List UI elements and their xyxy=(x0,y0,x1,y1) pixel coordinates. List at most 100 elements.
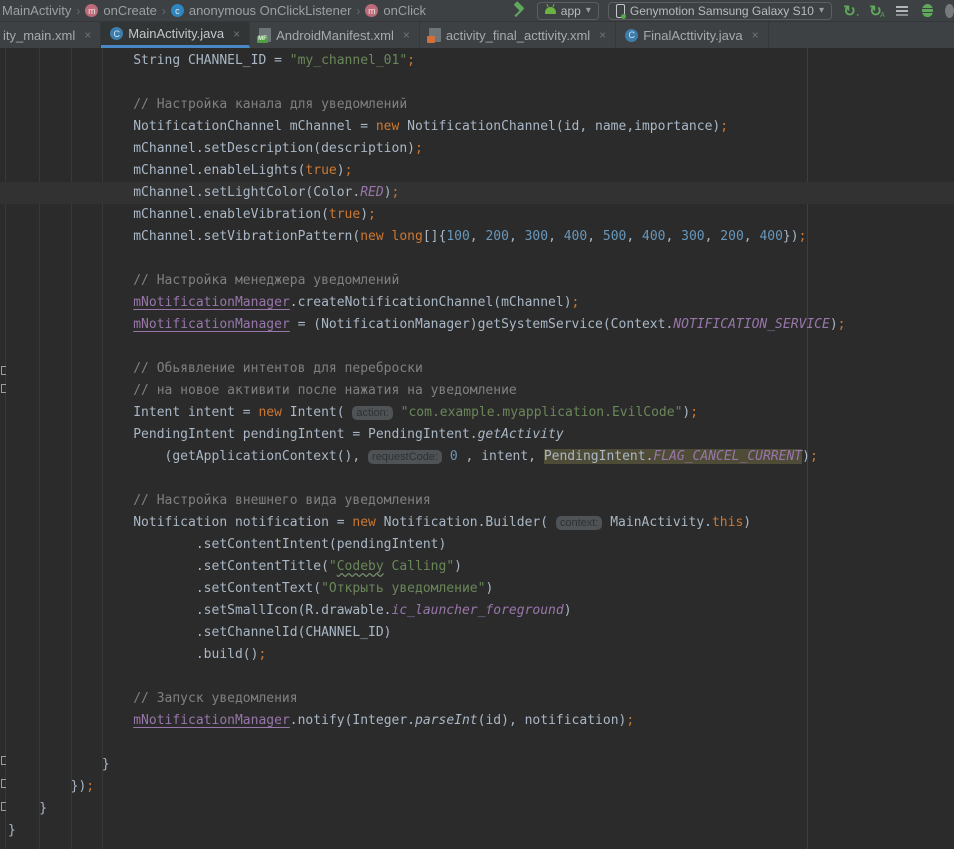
code-line[interactable]: (getApplicationContext(), requestCode: 0… xyxy=(0,446,954,468)
code-line[interactable]: .setContentIntent(pendingIntent) xyxy=(0,534,954,556)
fold-marker-icon[interactable] xyxy=(1,802,6,811)
run-configuration-dropdown[interactable]: app ▾ xyxy=(537,2,599,20)
code-line[interactable]: mChannel.setLightColor(Color.RED); xyxy=(0,182,954,204)
breadcrumb-label: MainActivity xyxy=(2,3,71,18)
bug-body xyxy=(922,4,933,17)
code-line[interactable]: .setContentText("Открыть уведомление") xyxy=(0,578,954,600)
breadcrumb-separator: › xyxy=(162,4,166,18)
code-line[interactable] xyxy=(0,248,954,270)
fold-marker-icon[interactable] xyxy=(1,384,6,393)
breadcrumb-label: onClick xyxy=(383,3,426,18)
code-line[interactable]: } xyxy=(0,820,954,842)
code-line[interactable]: } xyxy=(0,754,954,776)
breadcrumb: MainActivity › m onCreate › c anonymous OnClic… xyxy=(0,3,426,18)
code-line[interactable]: // Настройка менеджера уведомлений xyxy=(0,270,954,292)
close-icon[interactable]: × xyxy=(233,27,240,41)
code-line[interactable]: .setContentTitle("Codeby Calling") xyxy=(0,556,954,578)
code-line[interactable]: PendingIntent pendingIntent = PendingInt… xyxy=(0,424,954,446)
breadcrumb-separator: › xyxy=(356,4,360,18)
code-line[interactable]: }); xyxy=(0,776,954,798)
layout-xml-file-icon xyxy=(429,28,441,42)
fold-marker-icon[interactable] xyxy=(1,756,6,765)
code-line[interactable]: // Настройка канала для уведомлений xyxy=(0,94,954,116)
java-class-icon: C xyxy=(110,27,123,40)
method-icon: m xyxy=(85,4,98,17)
method-icon: m xyxy=(365,4,378,17)
code-line[interactable]: String CHANNEL_ID = "my_channel_01"; xyxy=(0,50,954,72)
chevron-down-icon: ▾ xyxy=(819,5,824,16)
chevron-down-icon: ▾ xyxy=(586,5,591,16)
code-line[interactable] xyxy=(0,72,954,94)
tab-finalacttivity-java[interactable]: C FinalActtivity.java × xyxy=(616,22,768,48)
tab-label: MainActivity.java xyxy=(128,26,224,41)
phone-device-icon xyxy=(616,4,625,18)
tab-label: AndroidManifest.xml xyxy=(276,28,394,43)
java-class-icon: C xyxy=(625,29,638,42)
apply-code-changes-icon[interactable]: ↻A xyxy=(867,2,884,19)
tab-mainactivity-java[interactable]: C MainActivity.java × xyxy=(101,22,250,48)
close-icon[interactable]: × xyxy=(84,28,91,42)
profiler-icon[interactable] xyxy=(893,2,910,19)
code-line[interactable]: // Настройка внешнего вида уведомления xyxy=(0,490,954,512)
code-line[interactable]: Notification notification = new Notifica… xyxy=(0,512,954,534)
editor-tab-bar: ity_main.xml × C MainActivity.java × MF Androi… xyxy=(0,22,954,48)
code-line[interactable]: .build(); xyxy=(0,644,954,666)
breadcrumb-label: onCreate xyxy=(103,3,156,18)
code-line[interactable]: .setChannelId(CHANNEL_ID) xyxy=(0,622,954,644)
android-icon xyxy=(545,7,556,14)
code-line[interactable]: mChannel.setVibrationPattern(new long[]{… xyxy=(0,226,954,248)
apply-changes-icon-badge: ▪ xyxy=(857,12,859,19)
code-line[interactable]: mChannel.setDescription(description); xyxy=(0,138,954,160)
code-line[interactable]: Intent intent = new Intent( action: "com… xyxy=(0,402,954,424)
breadcrumb-item[interactable]: m onClick xyxy=(365,3,426,18)
tab-label: ity_main.xml xyxy=(3,28,75,43)
debug-bug-icon[interactable] xyxy=(919,2,936,19)
code-line[interactable]: // Обьявление интентов для переброски xyxy=(0,358,954,380)
manifest-file-icon: MF xyxy=(259,28,271,42)
tab-label: FinalActtivity.java xyxy=(643,28,742,43)
breadcrumb-label: anonymous OnClickListener xyxy=(189,3,352,18)
code-line[interactable] xyxy=(0,468,954,490)
code-line[interactable]: mChannel.enableLights(true); xyxy=(0,160,954,182)
code-line[interactable] xyxy=(0,666,954,688)
device-selector-dropdown[interactable]: Genymotion Samsung Galaxy S10 ▾ xyxy=(608,2,832,20)
code-line[interactable]: mNotificationManager.notify(Integer.pars… xyxy=(0,710,954,732)
apply-changes-icon[interactable]: ↻▪ xyxy=(841,2,858,19)
tab-ity-main-xml[interactable]: ity_main.xml × xyxy=(0,22,101,48)
fold-marker-icon[interactable] xyxy=(1,779,6,788)
breadcrumb-separator: › xyxy=(76,4,80,18)
code-line[interactable] xyxy=(0,732,954,754)
half-circle xyxy=(945,4,954,18)
code-line[interactable]: } xyxy=(0,798,954,820)
apply-code-changes-icon-badge: A xyxy=(880,12,885,19)
code-line[interactable]: // на новое активити после нажатия на ув… xyxy=(0,380,954,402)
toolbar-right-group: app ▾ Genymotion Samsung Galaxy S10 ▾ ↻▪… xyxy=(511,2,954,20)
build-hammer-icon[interactable] xyxy=(511,2,528,19)
breadcrumb-item[interactable]: c anonymous OnClickListener xyxy=(171,3,352,18)
close-icon[interactable]: × xyxy=(403,28,410,42)
code-line[interactable]: // Запуск уведомления xyxy=(0,688,954,710)
profile-icon[interactable] xyxy=(945,2,954,19)
tab-label: activity_final_acttivity.xml xyxy=(446,28,590,43)
code-area[interactable]: String CHANNEL_ID = "my_channel_01"; // … xyxy=(0,48,954,842)
main-toolbar: MainActivity › m onCreate › c anonymous OnClic… xyxy=(0,0,954,22)
run-configuration-label: app xyxy=(561,4,581,18)
tab-activity-final-acttivity-xml[interactable]: activity_final_acttivity.xml × xyxy=(420,22,616,48)
code-line[interactable]: NotificationChannel mChannel = new Notif… xyxy=(0,116,954,138)
close-icon[interactable]: × xyxy=(752,28,759,42)
device-selector-label: Genymotion Samsung Galaxy S10 xyxy=(630,4,814,18)
class-icon: c xyxy=(171,4,184,17)
code-line[interactable]: mNotificationManager = (NotificationMana… xyxy=(0,314,954,336)
fold-marker-icon[interactable] xyxy=(1,366,6,375)
code-line[interactable] xyxy=(0,336,954,358)
code-line[interactable]: .setSmallIcon(R.drawable.ic_launcher_for… xyxy=(0,600,954,622)
code-line[interactable]: mChannel.enableVibration(true); xyxy=(0,204,954,226)
close-icon[interactable]: × xyxy=(599,28,606,42)
file-type-badge: MF xyxy=(257,36,268,43)
code-line[interactable]: mNotificationManager.createNotificationC… xyxy=(0,292,954,314)
breadcrumb-item[interactable]: MainActivity xyxy=(2,3,71,18)
tab-androidmanifest-xml[interactable]: MF AndroidManifest.xml × xyxy=(250,22,420,48)
breadcrumb-item[interactable]: m onCreate xyxy=(85,3,156,18)
file-type-badge xyxy=(427,36,435,43)
code-editor[interactable]: String CHANNEL_ID = "my_channel_01"; // … xyxy=(0,48,954,849)
